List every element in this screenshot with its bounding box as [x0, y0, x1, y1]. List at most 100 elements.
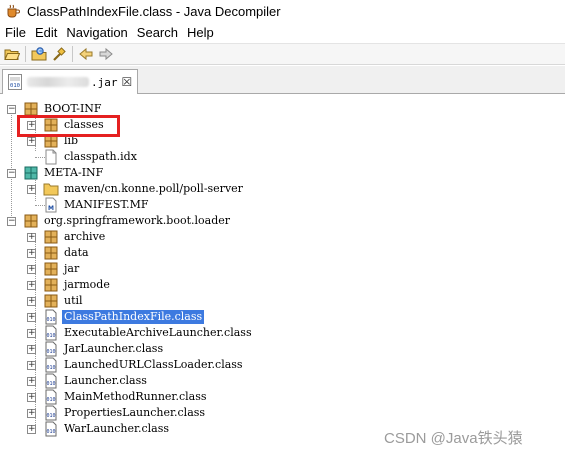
expand-toggle-icon[interactable]: +	[27, 249, 36, 258]
package-icon	[44, 246, 58, 260]
package-icon	[24, 214, 38, 228]
expand-toggle-icon[interactable]: +	[27, 329, 36, 338]
tree-node-classpath-idx[interactable]: classpath.idx	[43, 149, 139, 165]
tree-node-loader[interactable]: org.springframework.boot.loader	[23, 213, 232, 229]
class-file-icon: 010	[45, 325, 57, 341]
expand-toggle-icon[interactable]: +	[27, 361, 36, 370]
tree-node-launchedurlclassloader[interactable]: 010 LaunchedURLClassLoader.class	[43, 357, 245, 373]
forward-button[interactable]	[96, 44, 116, 64]
svg-text:010: 010	[46, 333, 55, 339]
tab-label: .jar	[91, 75, 118, 89]
tree-node-label: data	[64, 246, 89, 259]
search-icon	[53, 47, 66, 61]
expand-toggle-icon[interactable]: +	[27, 137, 36, 146]
tree-node-meta-inf[interactable]: META-INF	[23, 165, 105, 181]
tree-node-manifest[interactable]: M MANIFEST.MF	[43, 197, 151, 213]
file-icon	[45, 149, 57, 165]
open-type-button[interactable]: C	[29, 44, 49, 64]
menu-help[interactable]: Help	[183, 25, 218, 40]
expand-toggle-icon[interactable]: +	[27, 409, 36, 418]
meta-folder-icon	[24, 166, 38, 180]
tree-node-label: jar	[64, 262, 80, 275]
expand-toggle-icon[interactable]: +	[27, 233, 36, 242]
menu-search[interactable]: Search	[133, 25, 182, 40]
open-file-icon	[4, 49, 20, 60]
tree-node-jar[interactable]: jar	[43, 261, 81, 277]
package-icon	[44, 294, 58, 308]
menu-edit[interactable]: Edit	[31, 25, 61, 40]
open-type-icon: C	[31, 47, 47, 61]
tree-node-classpathindexfile[interactable]: 010 ClassPathIndexFile.class	[43, 309, 205, 325]
tree-node-launcher[interactable]: 010 Launcher.class	[43, 373, 149, 389]
svg-text:C: C	[38, 49, 42, 55]
svg-text:M: M	[48, 205, 54, 212]
tab-jar-file[interactable]: 010 .jar ☒	[2, 69, 138, 94]
toolbar-separator	[25, 46, 26, 62]
toolbar-separator	[72, 46, 73, 62]
tree-node-label: Launcher.class	[64, 374, 147, 387]
tree-node-util[interactable]: util	[43, 293, 85, 309]
expand-toggle-icon[interactable]: +	[27, 377, 36, 386]
svg-text:010: 010	[46, 317, 55, 323]
coffee-cup-icon	[7, 4, 20, 18]
svg-text:010: 010	[46, 397, 55, 403]
forward-icon	[99, 47, 113, 61]
collapse-toggle-icon[interactable]: −	[7, 105, 16, 114]
tree-node-label: archive	[64, 230, 106, 243]
tree-node-propertieslauncher[interactable]: 010 PropertiesLauncher.class	[43, 405, 207, 421]
class-file-icon: 010	[45, 421, 57, 437]
tree-node-label: LaunchedURLClassLoader.class	[64, 358, 243, 371]
collapse-toggle-icon[interactable]: −	[7, 169, 16, 178]
collapse-toggle-icon[interactable]: −	[7, 217, 16, 226]
tree-node-label: MANIFEST.MF	[64, 198, 149, 211]
file-tree: − BOOT-INF + classes + lib classpath.idx…	[0, 95, 565, 455]
tree-node-warlauncher[interactable]: 010 WarLauncher.class	[43, 421, 171, 437]
tree-node-label: WarLauncher.class	[64, 422, 170, 435]
class-file-icon: 010	[45, 389, 57, 405]
watermark-text: CSDN @Java铁头猿	[384, 430, 523, 447]
tree-node-archive[interactable]: archive	[43, 229, 107, 245]
expand-toggle-icon[interactable]: +	[27, 425, 36, 434]
tree-node-label: ExecutableArchiveLauncher.class	[64, 326, 252, 339]
tab-close-icon[interactable]: ☒	[122, 75, 133, 89]
tab-strip: 010 .jar ☒	[0, 66, 565, 94]
menu-navigation[interactable]: Navigation	[62, 25, 131, 40]
package-icon	[44, 230, 58, 244]
expand-toggle-icon[interactable]: +	[27, 281, 36, 290]
svg-text:010: 010	[46, 349, 55, 355]
tree-node-label: MainMethodRunner.class	[64, 390, 207, 403]
class-file-icon: 010	[45, 357, 57, 373]
tree-node-label: JarLauncher.class	[64, 342, 164, 355]
jar-file-icon: 010	[8, 74, 22, 90]
folder-icon	[43, 183, 59, 196]
svg-text:010: 010	[46, 381, 55, 387]
back-button[interactable]	[76, 44, 96, 64]
open-file-button[interactable]	[2, 44, 22, 64]
tree-node-label: classpath.idx	[64, 150, 137, 163]
blurred-filename	[27, 77, 89, 87]
tree-node-mainmethodrunner[interactable]: 010 MainMethodRunner.class	[43, 389, 208, 405]
menu-file[interactable]: File	[1, 25, 30, 40]
expand-toggle-icon[interactable]: +	[27, 185, 36, 194]
back-icon	[79, 47, 93, 61]
package-icon	[44, 262, 58, 276]
tree-node-executablearchivelauncher[interactable]: 010 ExecutableArchiveLauncher.class	[43, 325, 254, 341]
tree-node-label: PropertiesLauncher.class	[64, 406, 206, 419]
class-file-icon: 010	[45, 373, 57, 389]
svg-text:010: 010	[46, 429, 55, 435]
menu-bar: File Edit Navigation Search Help	[0, 22, 565, 42]
expand-toggle-icon[interactable]: +	[27, 265, 36, 274]
expand-toggle-icon[interactable]: +	[27, 313, 36, 322]
expand-toggle-icon[interactable]: +	[27, 297, 36, 306]
tree-node-jarmode[interactable]: jarmode	[43, 277, 112, 293]
tree-node-maven[interactable]: maven/cn.konne.poll/poll-server	[43, 181, 245, 197]
tree-node-jarlauncher[interactable]: 010 JarLauncher.class	[43, 341, 165, 357]
expand-toggle-icon[interactable]: +	[27, 345, 36, 354]
search-button[interactable]	[49, 44, 69, 64]
tree-line	[11, 111, 12, 222]
tree-node-label: org.springframework.boot.loader	[44, 214, 231, 227]
tree-node-label: jarmode	[64, 278, 110, 291]
expand-toggle-icon[interactable]: +	[27, 393, 36, 402]
toolbar: C	[0, 43, 565, 65]
tree-node-data[interactable]: data	[43, 245, 91, 261]
